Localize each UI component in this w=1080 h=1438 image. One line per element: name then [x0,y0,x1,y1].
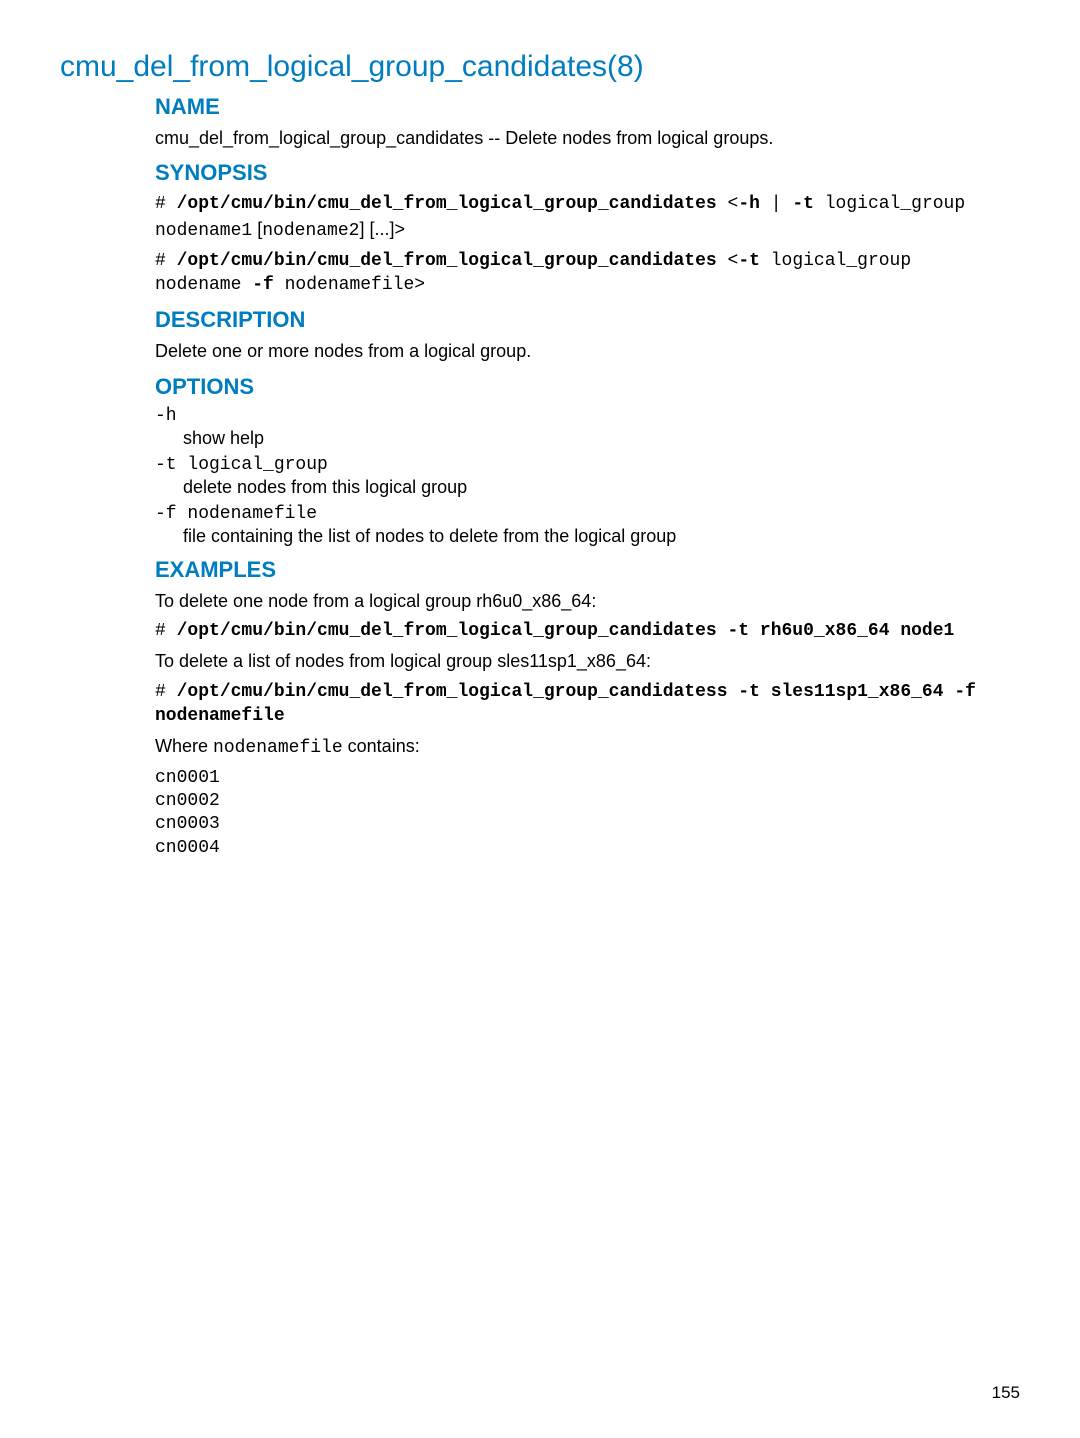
prompt-hash: # [155,194,177,214]
angle-open: < [717,194,739,214]
section-heading-description: DESCRIPTION [155,307,1020,333]
prompt-hash: # [155,621,177,641]
flag-h: -h [738,194,760,214]
example-intro-1: To delete one node from a logical group … [155,589,1020,613]
command-path: /opt/cmu/bin/cmu_del_from_logical_group_… [177,251,717,271]
command-text: /opt/cmu/bin/cmu_del_from_logical_group_… [155,682,976,726]
arg-nodename1: nodename1 [155,221,252,241]
name-text: cmu_del_from_logical_group_candidates --… [155,126,1020,150]
synopsis-line-1: # /opt/cmu/bin/cmu_del_from_logical_grou… [155,192,1020,243]
arg-nodename2: nodename2 [262,221,359,241]
page-title: cmu_del_from_logical_group_candidates(8) [60,50,1020,84]
page-number: 155 [992,1383,1020,1403]
content-block: NAME cmu_del_from_logical_group_candidat… [155,94,1020,860]
description-text: Delete one or more nodes from a logical … [155,339,1020,363]
command-text: /opt/cmu/bin/cmu_del_from_logical_group_… [177,621,955,641]
bracket-close: ] [...]> [359,219,405,239]
flag-t: -t [738,251,760,271]
option-flag: -t logical_group [155,455,1020,475]
option-flag: -f nodenamefile [155,504,1020,524]
option-item: -f nodenamefile file containing the list… [155,504,1020,547]
section-heading-examples: EXAMPLES [155,557,1020,583]
synopsis-line-2: # /opt/cmu/bin/cmu_del_from_logical_grou… [155,249,1020,298]
flag-t: -t [792,194,814,214]
pipe-sep: | [760,194,792,214]
example-command-1: # /opt/cmu/bin/cmu_del_from_logical_grou… [155,619,1020,643]
angle-open: < [717,251,739,271]
arg-logical-group: logical_group [760,251,911,271]
option-item: -h show help [155,406,1020,449]
arg-logical-group: logical_group [814,194,965,214]
where-pre: Where [155,736,213,756]
option-desc: file containing the list of nodes to del… [183,526,1020,547]
bracket-open: [ [252,219,262,239]
arg-nodename: nodename [155,275,252,295]
option-desc: show help [183,428,1020,449]
option-item: -t logical_group delete nodes from this … [155,455,1020,498]
prompt-hash: # [155,682,177,702]
example-where-line: Where nodenamefile contains: [155,734,1020,760]
arg-nodenamefile: nodenamefile> [274,275,425,295]
section-heading-synopsis: SYNOPSIS [155,160,1020,186]
option-flag: -h [155,406,1020,426]
command-path: /opt/cmu/bin/cmu_del_from_logical_group_… [177,194,717,214]
option-desc: delete nodes from this logical group [183,477,1020,498]
where-post: contains: [343,736,420,756]
section-heading-name: NAME [155,94,1020,120]
flag-f: -f [252,275,274,295]
manpage-document: cmu_del_from_logical_group_candidates(8)… [0,0,1080,904]
example-command-2: # /opt/cmu/bin/cmu_del_from_logical_grou… [155,680,1020,729]
where-code: nodenamefile [213,738,343,758]
section-heading-options: OPTIONS [155,374,1020,400]
prompt-hash: # [155,251,177,271]
file-contents-block: cn0001 cn0002 cn0003 cn0004 [155,767,1020,861]
example-intro-2: To delete a list of nodes from logical g… [155,649,1020,673]
